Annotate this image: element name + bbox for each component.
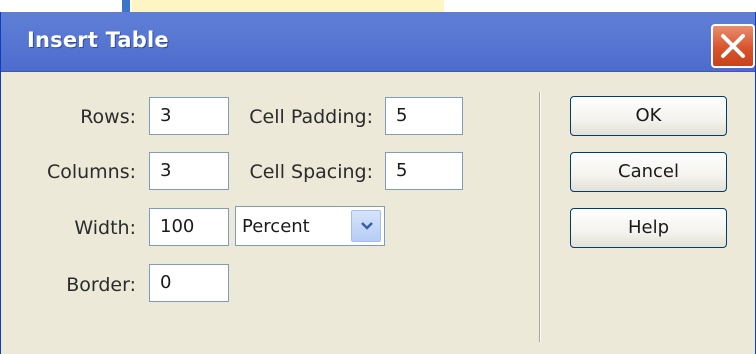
dialog-title: Insert Table bbox=[27, 28, 169, 52]
background-marker bbox=[122, 0, 130, 12]
rows-input[interactable]: 3 bbox=[149, 97, 229, 135]
background-highlight bbox=[132, 0, 444, 12]
width-input[interactable]: 100 bbox=[149, 208, 229, 246]
dropdown-button[interactable] bbox=[351, 210, 381, 242]
width-label: Width: bbox=[74, 217, 136, 239]
border-input[interactable]: 0 bbox=[149, 264, 229, 302]
insert-table-dialog: Insert Table Rows: 3 Columns: 3 Width: 1… bbox=[0, 12, 756, 354]
title-bar[interactable]: Insert Table bbox=[1, 12, 755, 72]
page: Insert Table Rows: 3 Columns: 3 Width: 1… bbox=[0, 0, 756, 354]
ok-button[interactable]: OK bbox=[570, 96, 727, 136]
width-unit-value: Percent bbox=[242, 216, 310, 237]
chevron-down-icon bbox=[361, 222, 373, 230]
width-unit-select[interactable]: Percent bbox=[235, 206, 385, 246]
close-button[interactable] bbox=[711, 24, 755, 68]
cell-padding-input[interactable]: 5 bbox=[385, 97, 463, 135]
columns-input[interactable]: 3 bbox=[149, 152, 229, 190]
help-button[interactable]: Help bbox=[570, 208, 727, 248]
cell-padding-label: Cell Padding: bbox=[249, 106, 373, 128]
columns-label: Columns: bbox=[46, 161, 136, 183]
cell-spacing-label: Cell Spacing: bbox=[249, 161, 373, 183]
border-label: Border: bbox=[66, 274, 136, 296]
cancel-button[interactable]: Cancel bbox=[570, 152, 727, 192]
cell-spacing-input[interactable]: 5 bbox=[385, 152, 463, 190]
rows-label: Rows: bbox=[80, 106, 136, 128]
vertical-separator bbox=[539, 92, 541, 342]
close-icon bbox=[721, 34, 745, 58]
